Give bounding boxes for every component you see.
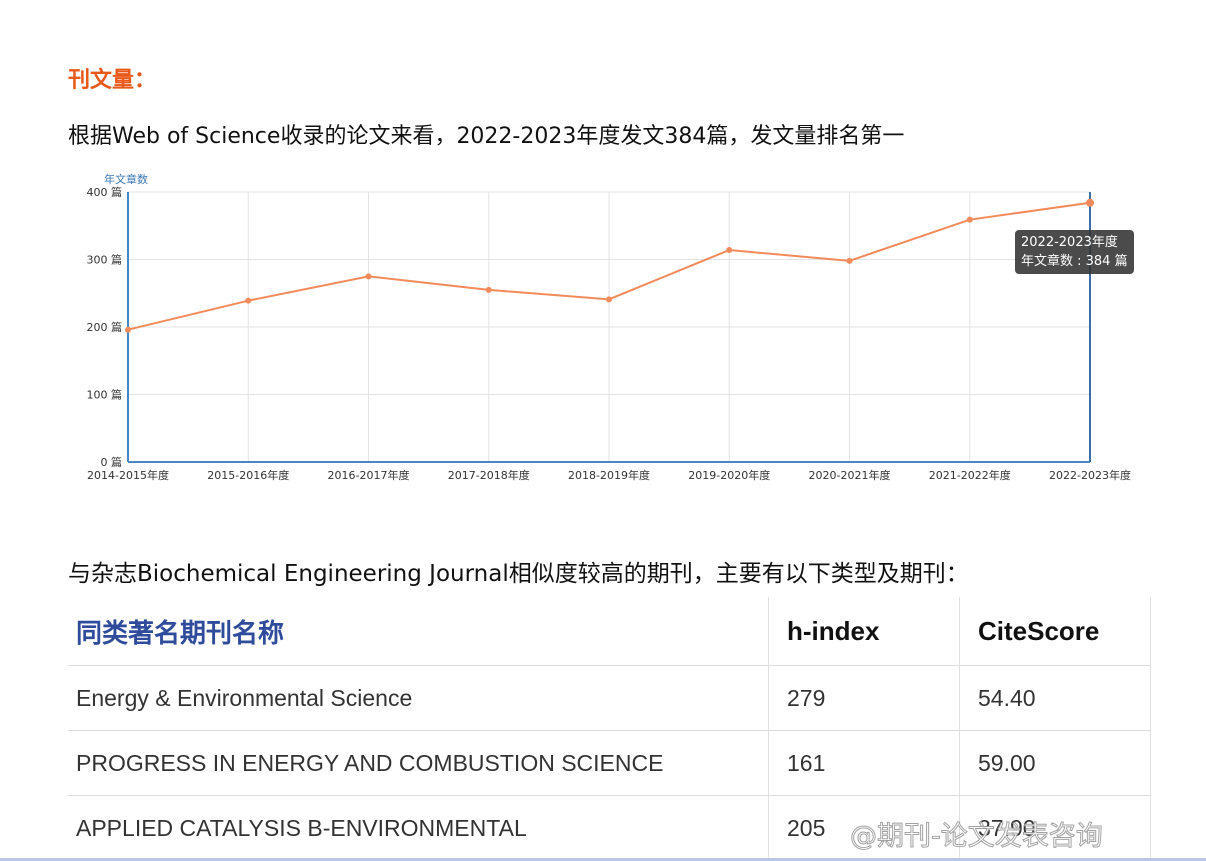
data-point[interactable] [966, 216, 973, 223]
journal-name-cell: PROGRESS IN ENERGY AND COMBUSTION SCIENC… [68, 730, 769, 796]
tooltip-label: 年文章数 : 384 篇 [1021, 254, 1128, 269]
table-row: PROGRESS IN ENERGY AND COMBUSTION SCIENC… [68, 730, 1151, 796]
table-row: Energy & Environmental Science 279 54.40 [68, 665, 1151, 731]
data-point[interactable] [365, 273, 372, 280]
header-citescore: CiteScore [959, 597, 1151, 666]
x-tick-label: 2016-2017年度 [328, 468, 410, 482]
y-tick-label: 400 篇 [87, 185, 123, 199]
data-point[interactable] [245, 297, 252, 304]
data-point[interactable] [606, 296, 612, 303]
y-tick-label: 0 篇 [101, 455, 123, 469]
data-point[interactable] [485, 286, 492, 293]
publication-line-chart: 年文章数 0 篇 100 篇 200 篇 300 篇 400 篇 2014-2015年度… [87, 172, 1131, 482]
chart-tooltip: 2022-2023年度 年文章数 : 384 篇 [1015, 230, 1134, 274]
x-tick-label: 2015-2016年度 [207, 468, 289, 482]
x-tick-label: 2018-2019年度 [568, 468, 650, 482]
x-tick-label: 2014-2015年度 [87, 468, 169, 482]
y-tick-label: 100 篇 [87, 388, 123, 402]
h-index-cell: 161 [768, 730, 960, 796]
x-tick-label: 2021-2022年度 [929, 468, 1011, 482]
header-h-index: h-index [768, 597, 960, 666]
journal-name-cell: APPLIED CATALYSIS B-ENVIRONMENTAL [68, 795, 769, 861]
data-point[interactable] [726, 247, 733, 254]
x-tick-label: 2017-2018年度 [448, 468, 530, 482]
data-point[interactable] [846, 257, 853, 264]
citescore-cell: 54.40 [959, 665, 1151, 731]
data-point[interactable] [1086, 198, 1094, 207]
y-tick-label: 200 篇 [87, 320, 123, 334]
x-tick-label: 2020-2021年度 [809, 468, 891, 482]
citescore-cell: 59.00 [959, 730, 1151, 796]
tooltip-title: 2022-2023年度 [1021, 235, 1118, 250]
section-title: 刊文量： [68, 68, 157, 93]
h-index-cell: 279 [768, 665, 960, 731]
x-tick-label: 2019-2020年度 [688, 468, 770, 482]
journal-name-cell: Energy & Environmental Science [68, 665, 769, 731]
similar-journals-intro: 与杂志Biochemical Engineering Journal相似度较高的… [68, 561, 969, 587]
y-axis-label: 年文章数 [104, 172, 148, 186]
data-point[interactable] [125, 326, 131, 333]
intro-text: 根据Web of Science收录的论文来看，2022-2023年度发文384… [68, 124, 905, 149]
y-tick-label: 300 篇 [87, 253, 123, 267]
watermark: @期刊-论文发表咨询 [850, 821, 1104, 853]
table-header-row: 同类著名期刊名称 h-index CiteScore [68, 597, 1151, 666]
header-journal-name: 同类著名期刊名称 [68, 597, 769, 666]
x-tick-label: 2022-2023年度 [1049, 468, 1131, 482]
